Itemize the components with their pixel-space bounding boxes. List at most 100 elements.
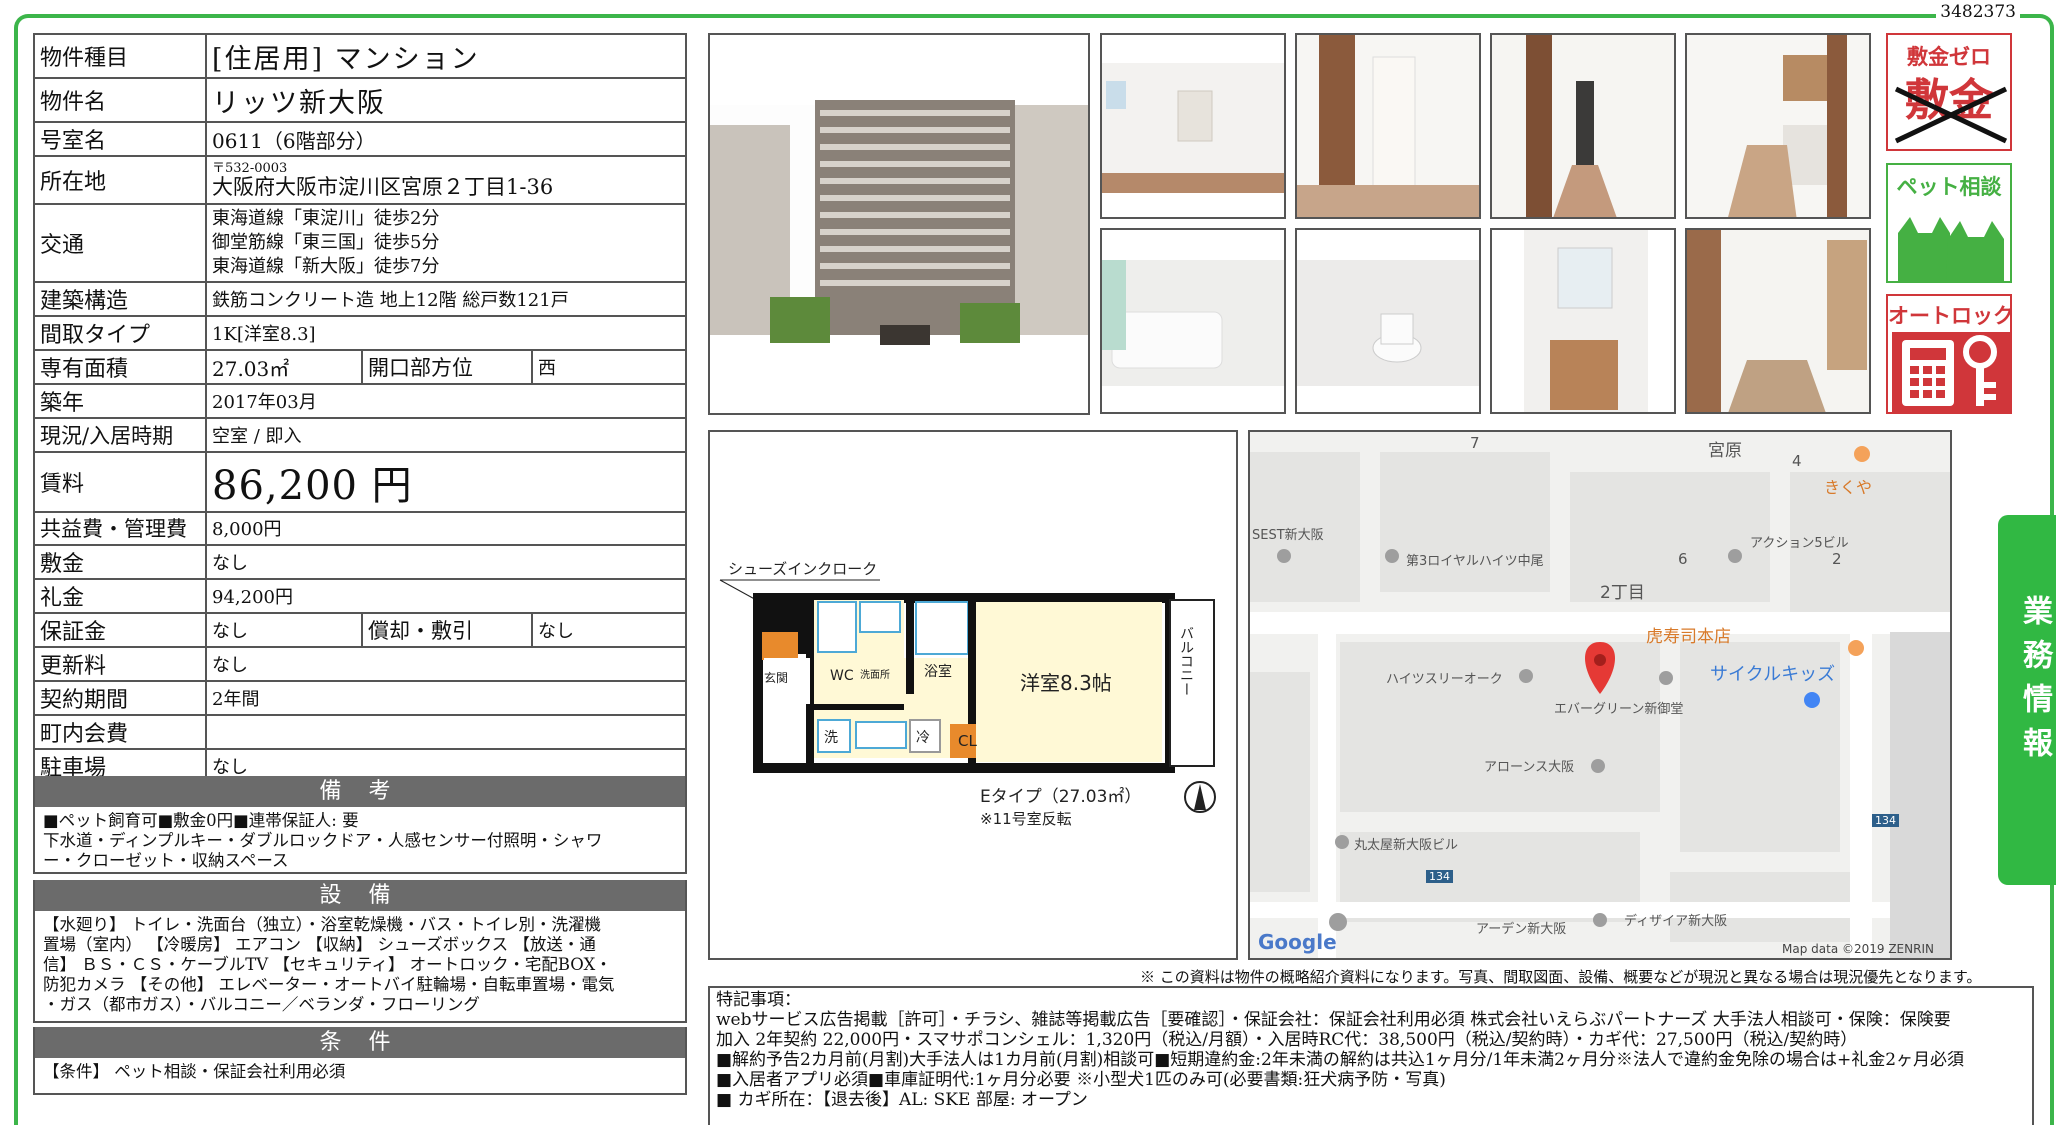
keymoney-value: 94,200円 — [205, 578, 687, 615]
fp-western-room: 洋室8.3帖 — [1020, 671, 1112, 695]
interior-photo-toilet — [1295, 228, 1481, 414]
fp-type: Eタイプ（27.03㎡） — [980, 787, 1141, 807]
postal-code: 〒532-0003 — [212, 161, 288, 176]
interior-photo-balcony — [1685, 228, 1871, 414]
keymoney-label: 礼金 — [33, 578, 207, 615]
layout-value: 1K[洋室8.3] — [205, 315, 687, 351]
badge-deposit-zero: 敷金ゼロ 敷金 — [1886, 33, 2012, 151]
kitchen-image — [1687, 35, 1869, 217]
map-label: SEST新大阪 — [1252, 528, 1324, 543]
amortization-value: なし — [531, 612, 687, 649]
renewal-label: 更新料 — [33, 646, 207, 683]
disclaimer-text: ※ この資料は物件の概略紹介資料になります。写真、間取図面、設備、概要などが現況… — [1140, 968, 1982, 986]
map-credit: Map data ©2019 ZENRIN — [1782, 942, 1934, 956]
notes-line: ■入居者アプリ必須■車庫証明代:1ヶ月分必要 ※小型犬1匹のみ可(必要書類:狂犬… — [716, 1070, 1446, 1090]
interior-photo-room — [1100, 33, 1286, 219]
row-guarantee: 保証金 なし 償却・敷引 なし — [33, 612, 687, 649]
badge-autolock: オートロック — [1886, 294, 2012, 414]
map-panel: 宮原 7 4 きくや SEST新大阪 第3ロイヤルハイツ中尾 アクション5ビル … — [1248, 430, 1952, 960]
map-label: 虎寿司本店 — [1646, 627, 1731, 647]
business-info-tab-label: 業務情報 — [2017, 595, 2052, 771]
map-label: ディザイア新大阪 — [1624, 914, 1728, 929]
row-name: 物件名 リッツ新大阪 — [33, 77, 687, 123]
transit-cell: 東海道線「東淀川」徒歩2分 御堂筋線「東三国」徒歩5分 東海道線「新大阪」徒歩7… — [205, 203, 687, 283]
row-contract: 契約期間 2年間 — [33, 680, 687, 717]
balcony-image — [1687, 230, 1869, 412]
type-value: [住居用] マンション — [205, 33, 687, 79]
row-area: 専有面積 27.03㎡ 開口部方位 西 — [33, 349, 687, 385]
renewal-value: なし — [205, 646, 687, 683]
layout-label: 間取タイプ — [33, 315, 207, 351]
washbasin-image — [1492, 230, 1674, 412]
community-value — [205, 714, 687, 751]
row-keymoney: 礼金 94,200円 — [33, 578, 687, 615]
deposit-label: 敷金 — [33, 544, 207, 581]
special-notes: 特記事項： webサービス広告掲載［許可］・チラシ、雑誌等掲載広告［要確認］・保… — [708, 986, 2034, 1125]
autolock-icon — [1892, 332, 2010, 412]
deposit-value: なし — [205, 544, 687, 581]
toilet-image — [1297, 230, 1479, 412]
row-community: 町内会費 — [33, 714, 687, 751]
interior-photo-washbasin — [1490, 228, 1676, 414]
exterior-photo — [708, 33, 1090, 415]
map-label: ハイツスリーオーク — [1386, 672, 1503, 687]
fp-cl: CL — [958, 732, 977, 750]
contract-value: 2年間 — [205, 680, 687, 717]
area-value: 27.03㎡ — [205, 349, 363, 385]
interior-photo-kitchen — [1685, 33, 1871, 219]
community-label: 町内会費 — [33, 714, 207, 751]
document-id: 3482373 — [1936, 2, 2020, 22]
type-label: 物件種目 — [33, 33, 207, 79]
notes-line: ■ カギ所在：【退去後】AL: SKE 部屋: オープン — [716, 1090, 1088, 1110]
map-route-sign: 134 — [1872, 814, 1899, 827]
contract-label: 契約期間 — [33, 680, 207, 717]
property-name: リッツ新大阪 — [205, 77, 687, 123]
fp-bath: 浴室 — [924, 663, 952, 680]
map-label: アクション5ビル — [1750, 536, 1849, 551]
row-transit: 交通 東海道線「東淀川」徒歩2分 御堂筋線「東三国」徒歩5分 東海道線「新大阪」… — [33, 203, 687, 283]
notes-title: 特記事項： — [716, 990, 801, 1010]
equipment-title: 設 備 — [35, 880, 685, 911]
transit-line: 御堂筋線「東三国」徒歩5分 — [212, 232, 440, 253]
notes-line: webサービス広告掲載［許可］・チラシ、雑誌等掲載広告［要確認］・保証会社：保証… — [716, 1010, 1951, 1030]
fp-balcony: バルコニー — [1178, 626, 1194, 696]
map-label: 7 — [1470, 434, 1480, 452]
row-fee: 共益費・管理費 8,000円 — [33, 510, 687, 547]
business-info-tab[interactable]: 業務情報 — [1998, 515, 2056, 885]
conditions-section: 条 件 【条件】 ペット相談・保証会社利用必須 — [33, 1027, 687, 1095]
fee-label: 共益費・管理費 — [33, 510, 207, 547]
fp-wc: WC — [830, 668, 854, 684]
fp-washroom: 洗面所 — [860, 669, 890, 681]
interior-photo-bath — [1100, 228, 1286, 414]
map-label: きくや — [1824, 478, 1873, 497]
cross-out-icon — [1894, 86, 2008, 144]
status-value: 空室 / 即入 — [205, 417, 687, 453]
pet-icon — [1898, 217, 2004, 281]
status-label: 現況/入居時期 — [33, 417, 207, 453]
badge-deposit-zero-title: 敷金ゼロ — [1907, 45, 1991, 69]
badge-pet-title: ペット相談 — [1896, 175, 2002, 199]
fee-value: 8,000円 — [205, 510, 687, 547]
name-label: 物件名 — [33, 77, 207, 123]
fp-wash: 洗 — [824, 730, 838, 746]
transit-line: 東海道線「東淀川」徒歩2分 — [212, 208, 440, 229]
row-renewal: 更新料 なし — [33, 646, 687, 683]
notes-line: 加入 2年契約 22,000円・スマサポコンシェル：1,320円（税込/月額）・… — [716, 1030, 1858, 1050]
row-built: 築年 2017年03月 — [33, 383, 687, 419]
corridor-image — [1492, 35, 1674, 217]
row-layout: 間取タイプ 1K[洋室8.3] — [33, 315, 687, 351]
room-label: 号室名 — [33, 121, 207, 157]
area-label: 専有面積 — [33, 349, 207, 385]
room-value: 0611（6階部分） — [205, 121, 687, 157]
row-type: 物件種目 [住居用] マンション — [33, 33, 687, 79]
built-value: 2017年03月 — [205, 383, 687, 419]
interior-photo-hall — [1295, 33, 1481, 219]
map-label: 宮原 — [1708, 441, 1742, 461]
built-label: 築年 — [33, 383, 207, 419]
google-logo: Google — [1258, 930, 1337, 954]
row-status: 現況/入居時期 空室 / 即入 — [33, 417, 687, 453]
map-image — [1250, 432, 1950, 958]
transit-label: 交通 — [33, 203, 207, 283]
building-exterior-image — [710, 35, 1088, 413]
address-cell: 〒532-0003 大阪府大阪市淀川区宮原２丁目1-36 — [205, 155, 687, 205]
